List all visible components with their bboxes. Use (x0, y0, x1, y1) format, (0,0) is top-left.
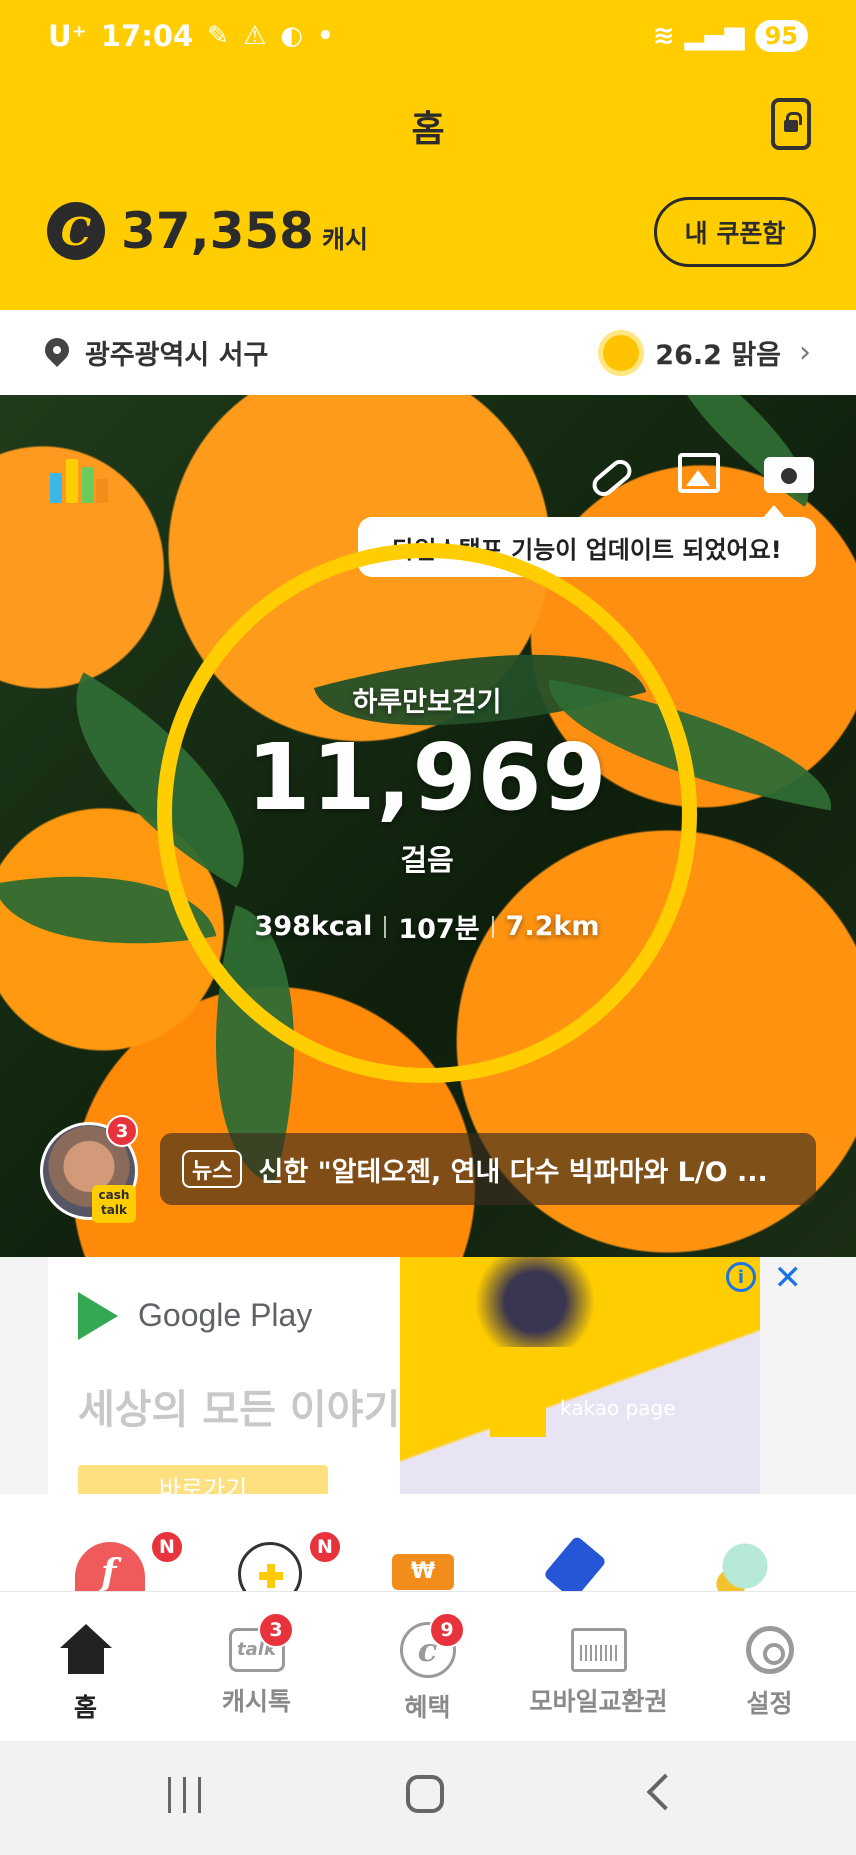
new-badge: N (150, 1530, 184, 1564)
nav-label: 캐시톡 (221, 1687, 291, 1716)
back-icon[interactable] (646, 1773, 684, 1811)
divider (491, 915, 494, 938)
voucher-icon (570, 1628, 627, 1672)
lock-screen-icon[interactable] (771, 98, 811, 150)
ad-cta-button[interactable]: 바로가기 (78, 1465, 328, 1494)
nav-item-cashtalk[interactable]: talk 캐시톡 (171, 1592, 342, 1742)
google-play-logo (78, 1292, 118, 1340)
ad-publisher: kakao page (560, 1396, 676, 1420)
nav-label: 홈 (73, 1693, 97, 1722)
nav-item-settings[interactable]: 설정 (684, 1592, 855, 1742)
ad-content[interactable]: Google Play 세상의 모든 이야기 바로가기 kakao page (48, 1257, 760, 1494)
nav-item-vouchers[interactable]: 모바일교환권 (513, 1592, 684, 1742)
coupon-box-button[interactable]: 내 쿠폰함 (654, 197, 816, 267)
pill-icon[interactable] (588, 455, 636, 501)
time-label: 17:04 (100, 19, 194, 53)
location-pin-icon (45, 338, 69, 368)
won-icon[interactable]: ₩ (392, 1554, 454, 1590)
location-bar[interactable]: 광주광역시 서구 26.2 맑음 › (0, 310, 856, 395)
news-ticker[interactable]: 뉴스 신한 "알테오젠, 연내 다수 빅파마와 L/O ... (160, 1133, 816, 1205)
notification-icon: ✎ (207, 21, 229, 51)
system-navigation-bar (0, 1741, 856, 1855)
character-icon[interactable] (710, 1542, 780, 1591)
ad-banner[interactable]: Google Play 세상의 모든 이야기 바로가기 kakao page (0, 1257, 856, 1494)
nav-label: 설정 (746, 1689, 793, 1718)
camera-icon[interactable] (764, 457, 814, 493)
kakao-page-logo (490, 1377, 546, 1437)
steps-unit: 걸음 (400, 843, 454, 877)
heart-f-icon[interactable]: f (75, 1542, 145, 1591)
chevron-right-icon: › (799, 335, 811, 370)
battery-indicator: 95 (754, 20, 808, 52)
nav-label: 모바일교환권 (529, 1687, 668, 1716)
ad-illustration (470, 1257, 600, 1347)
system-home-icon[interactable] (406, 1775, 444, 1813)
cashtalk-nav-badge: 3 (258, 1612, 294, 1648)
ad-brand: Google Play (138, 1297, 313, 1333)
stats-icon[interactable] (50, 443, 108, 503)
cash-amount: 37,358 (121, 202, 314, 260)
bottom-navigation: 홈 talk 캐시톡 3 c 혜택 9 모바일교환권 설정 (0, 1591, 856, 1741)
info-icon[interactable]: i (726, 1262, 756, 1292)
steps-label: 하루만보걷기 (352, 687, 502, 718)
distance-value: 7.2km (505, 911, 600, 942)
status-bar: U⁺ 17:04 ✎ ⚠ ◐ • ≋ ▂▄▆ 95 (0, 0, 856, 72)
nav-item-home[interactable]: 홈 (0, 1592, 171, 1742)
cashtalk-logo: cash talk (92, 1185, 136, 1223)
close-icon[interactable]: ✕ (774, 1258, 803, 1298)
image-icon[interactable] (678, 453, 720, 493)
weather-info[interactable]: 26.2 맑음 › (603, 333, 811, 372)
gear-icon (745, 1626, 794, 1674)
signal-icon: ▂▄▆ (684, 21, 745, 51)
kcal-value: 398kcal (254, 911, 373, 942)
news-headline: 신한 "알테오젠, 연내 다수 빅파마와 L/O ... (258, 1156, 768, 1188)
ad-artwork: kakao page (400, 1257, 760, 1494)
cash-coin-icon: C (47, 202, 105, 260)
plus-help-icon[interactable] (238, 1542, 302, 1591)
bottle-icon[interactable] (542, 1535, 608, 1591)
cash-balance[interactable]: C 37,358 캐시 (47, 202, 368, 260)
page-title: 홈 (411, 109, 445, 150)
nav-item-benefits[interactable]: c 혜택 (342, 1592, 513, 1742)
new-badge: N (308, 1530, 342, 1564)
steps-count: 11,969 (246, 724, 608, 831)
news-tag: 뉴스 (182, 1150, 243, 1188)
location-label: 광주광역시 서구 (85, 340, 269, 371)
dot-icon: • (316, 21, 334, 51)
benefits-nav-badge: 9 (429, 1612, 465, 1648)
cash-unit: 캐시 (321, 225, 368, 254)
recent-apps-icon[interactable] (168, 1777, 204, 1813)
sync-icon: ◐ (280, 21, 303, 51)
sun-icon (603, 334, 640, 371)
wifi-icon: ≋ (652, 21, 675, 51)
nav-label: 혜택 (404, 1693, 451, 1722)
weather-label: 26.2 맑음 (655, 340, 781, 371)
divider (384, 915, 387, 938)
app-header: 홈 C 37,358 캐시 내 쿠폰함 (0, 72, 856, 310)
warning-icon: ⚠ (242, 21, 267, 51)
hero-pedometer: 타임스탬프 기능이 업데이트 되었어요! 하루만보걷기 11,969 걸음 39… (0, 395, 856, 1257)
walk-metrics: 398kcal 107분 7.2km (255, 907, 600, 946)
carrier-label: U⁺ (48, 19, 87, 53)
minutes-value: 107분 (398, 914, 480, 945)
shortcut-row: f N N ₩ (0, 1494, 856, 1591)
ad-headline: 세상의 모든 이야기 (78, 1387, 401, 1433)
home-icon (58, 1622, 114, 1678)
steps-display[interactable]: 하루만보걷기 11,969 걸음 398kcal 107분 7.2km (157, 543, 697, 1083)
cashtalk-count-badge: 3 (106, 1115, 138, 1147)
